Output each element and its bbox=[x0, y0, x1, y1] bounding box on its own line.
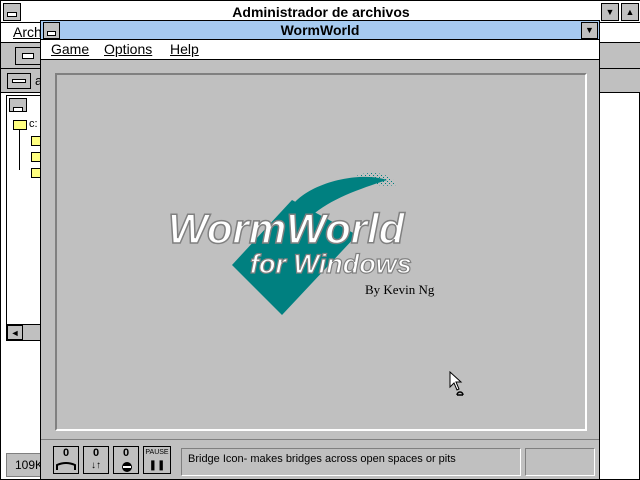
tree-system-icon[interactable] bbox=[9, 98, 27, 112]
directory-tree: c: ◄ bbox=[6, 95, 42, 341]
logo-title: WormWorld bbox=[168, 205, 406, 252]
splash-logo: WormWorld for Windows By Kevin Ng bbox=[167, 173, 435, 315]
menu-options[interactable]: Options bbox=[104, 41, 152, 57]
stop-icon bbox=[122, 462, 132, 472]
folder-icon[interactable] bbox=[13, 120, 27, 130]
tool-panel: 0 0 ↓↑ 0 PAUSE ❚❚ Bridge Icon- makes bri… bbox=[41, 439, 599, 479]
wormworld-window: WormWorld ▼ Game Options Help WormWorld … bbox=[40, 20, 600, 480]
tree-root-label[interactable]: c: bbox=[29, 118, 38, 130]
disk-free-text: 109K bbox=[15, 458, 44, 472]
game-board[interactable]: WormWorld for Windows By Kevin Ng bbox=[55, 73, 587, 431]
wormworld-menubar: Game Options Help bbox=[41, 40, 599, 60]
menu-help[interactable]: Help bbox=[170, 41, 199, 57]
wormworld-title: WormWorld bbox=[280, 22, 360, 38]
minimize-button[interactable]: ▼ bbox=[601, 3, 619, 21]
scroll-left-button[interactable]: ◄ bbox=[7, 325, 23, 340]
bridge-tool-button[interactable]: 0 bbox=[53, 446, 79, 474]
arrows-icon: ↓↑ bbox=[91, 460, 101, 471]
file-manager-title: Administrador de archivos bbox=[232, 4, 410, 20]
mouse-pointer-icon bbox=[449, 371, 464, 396]
stop-count: 0 bbox=[122, 447, 130, 459]
status-panel-secondary bbox=[525, 448, 595, 476]
pause-label: PAUSE bbox=[145, 449, 169, 456]
status-message: Bridge Icon- makes bridges across open s… bbox=[181, 448, 521, 476]
menu-game[interactable]: Game bbox=[51, 41, 89, 57]
tree-scrollbar[interactable]: ◄ bbox=[7, 324, 41, 340]
arrows-tool-button[interactable]: 0 ↓↑ bbox=[83, 446, 109, 474]
logo-byline: By Kevin Ng bbox=[365, 282, 435, 297]
floppy-drive-icon[interactable] bbox=[7, 73, 31, 89]
maximize-button[interactable]: ▲ bbox=[621, 3, 639, 21]
logo-subtitle: for Windows bbox=[250, 249, 412, 279]
drive-dropdown[interactable] bbox=[15, 47, 41, 65]
minimize-button[interactable]: ▼ bbox=[581, 22, 598, 39]
pause-button[interactable]: PAUSE ❚❚ bbox=[143, 446, 171, 474]
bridge-count: 0 bbox=[62, 447, 70, 459]
pause-icon: ❚❚ bbox=[148, 460, 166, 471]
menu-file[interactable]: Arch bbox=[13, 24, 42, 40]
drive-icon bbox=[22, 53, 34, 59]
arrows-count: 0 bbox=[92, 447, 100, 459]
wormworld-titlebar[interactable]: WormWorld ▼ bbox=[41, 21, 599, 40]
stop-tool-button[interactable]: 0 bbox=[113, 446, 139, 474]
bridge-icon bbox=[56, 462, 76, 470]
